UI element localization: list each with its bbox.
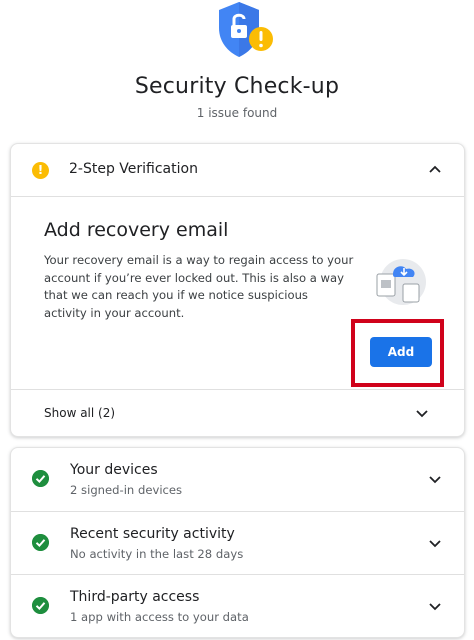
row-subtitle: 1 app with access to your data <box>70 610 249 624</box>
issue-count: 1 issue found <box>196 106 278 120</box>
chevron-down-icon[interactable] <box>428 472 442 486</box>
chevron-down-icon[interactable] <box>415 406 429 420</box>
show-all-link[interactable]: Show all (2) <box>44 406 115 420</box>
chevron-up-icon[interactable] <box>428 163 442 177</box>
row-third-party-access[interactable]: Third-party access 1 app with access to … <box>11 575 464 637</box>
chevron-down-icon[interactable] <box>428 599 442 613</box>
section-header-2sv[interactable]: ! 2-Step Verification <box>11 144 464 196</box>
row-your-devices[interactable]: Your devices 2 signed-in devices <box>11 448 464 511</box>
check-circle-icon <box>32 597 49 614</box>
page-title: Security Check-up <box>134 74 340 99</box>
row-subtitle: 2 signed-in devices <box>70 483 183 497</box>
warning-icon: ! <box>32 162 49 179</box>
issue-card: ! 2-Step Verification Add recovery email… <box>10 143 465 437</box>
recovery-email-description: Your recovery email is a way to regain a… <box>44 253 354 320</box>
divider <box>11 196 464 197</box>
recovery-email-title: Add recovery email <box>44 219 229 241</box>
status-card: Your devices 2 signed-in devices Recent … <box>10 447 465 638</box>
section-title: 2-Step Verification <box>69 161 198 177</box>
cloud-download-illustration-icon <box>376 259 426 305</box>
row-subtitle: No activity in the last 28 days <box>70 547 244 561</box>
row-recent-security-activity[interactable]: Recent security activity No activity in … <box>11 512 464 574</box>
check-circle-icon <box>32 534 49 551</box>
row-title: Recent security activity <box>70 526 235 542</box>
divider <box>11 389 464 390</box>
shield-lock-warning-icon <box>214 0 276 60</box>
chevron-down-icon[interactable] <box>428 536 442 550</box>
row-title: Third-party access <box>70 589 200 605</box>
row-title: Your devices <box>70 462 158 478</box>
add-recovery-email-button[interactable]: Add <box>370 337 432 367</box>
check-circle-icon <box>32 470 49 487</box>
